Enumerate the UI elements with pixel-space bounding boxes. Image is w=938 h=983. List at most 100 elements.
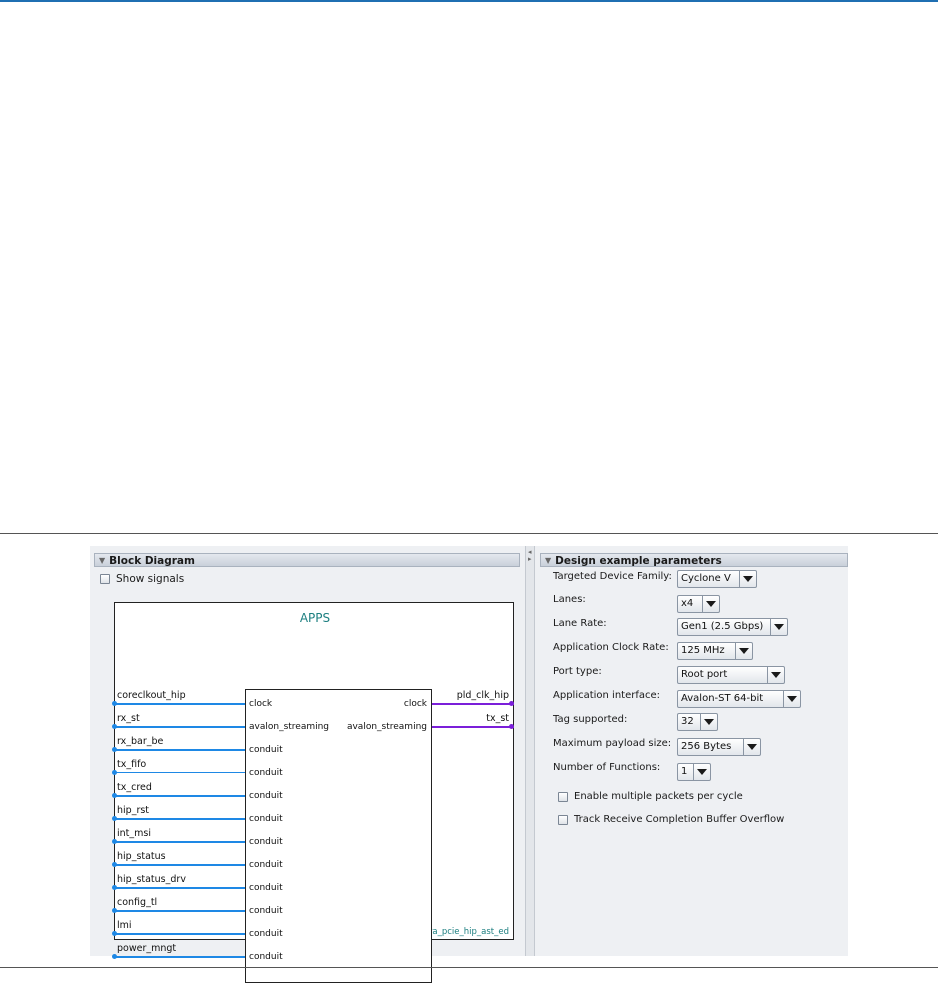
port-label: conduit: [249, 837, 283, 847]
dropdown-arrow-icon[interactable]: [735, 643, 752, 659]
signal-label: pld_clk_hip: [456, 690, 509, 701]
show-signals-checkbox[interactable]: [100, 574, 110, 584]
signal-label: tx_st: [486, 713, 509, 724]
signal-label: lmi: [117, 920, 132, 931]
port-label: conduit: [249, 929, 283, 939]
clock-rate-combo[interactable]: 125 MHz: [677, 642, 753, 660]
signal-wire: [115, 933, 245, 935]
dropdown-arrow-icon[interactable]: [702, 596, 719, 612]
connection-point[interactable]: [112, 724, 117, 729]
lanes-value: x4: [681, 598, 694, 609]
dropdown-arrow-icon[interactable]: [770, 619, 787, 635]
connection-point[interactable]: [112, 885, 117, 890]
connection-point[interactable]: [112, 908, 117, 913]
signal-wire: [115, 772, 245, 773]
signal-label: coreclkout_hip: [117, 690, 186, 701]
lane-rate-combo[interactable]: Gen1 (2.5 Gbps): [677, 618, 788, 636]
app-interface-label: Application interface:: [553, 690, 661, 701]
collapse-triangle-icon[interactable]: ▼: [99, 554, 105, 568]
signal-label: config_tl: [117, 897, 158, 908]
dropdown-arrow-icon[interactable]: [700, 714, 717, 730]
port-label: avalon_streaming: [346, 722, 427, 732]
connection-point[interactable]: [112, 747, 117, 752]
connection-point[interactable]: [112, 701, 117, 706]
max-payload-combo[interactable]: 256 Bytes: [677, 738, 761, 756]
num-functions-label: Number of Functions:: [553, 762, 661, 773]
splitter-grip-icon: ◂ ▸: [528, 548, 532, 563]
dropdown-arrow-icon[interactable]: [743, 739, 760, 755]
tag-supported-label: Tag supported:: [553, 714, 628, 725]
signal-label: tx_cred: [117, 782, 152, 793]
component-title: APPS: [299, 611, 331, 625]
connection-point[interactable]: [112, 793, 117, 798]
port-type-label: Port type:: [553, 666, 602, 677]
multiple-packets-label: Enable multiple packets per cycle: [574, 791, 743, 802]
dropdown-arrow-icon[interactable]: [767, 667, 784, 683]
lanes-combo[interactable]: x4: [677, 595, 720, 613]
max-payload-label: Maximum payload size:: [553, 738, 672, 749]
track-overflow-checkbox[interactable]: [558, 815, 568, 825]
signal-wire: [432, 726, 514, 728]
signal-wire: [115, 956, 245, 958]
app-interface-combo[interactable]: Avalon-ST 64-bit: [677, 690, 801, 708]
port-label: conduit: [249, 883, 283, 893]
dropdown-arrow-icon[interactable]: [783, 691, 800, 707]
signal-label: int_msi: [117, 828, 151, 839]
connection-point[interactable]: [112, 770, 117, 775]
lane-rate-label: Lane Rate:: [553, 618, 607, 629]
block-diagram-panel: ▼ Block Diagram Show signals APPS altera_…: [90, 546, 525, 983]
connection-point[interactable]: [509, 724, 514, 729]
num-functions-combo[interactable]: 1: [677, 763, 711, 781]
clock-rate-label: Application Clock Rate:: [553, 642, 669, 653]
connection-point[interactable]: [112, 839, 117, 844]
signal-wire: [115, 887, 245, 889]
dropdown-arrow-icon[interactable]: [693, 764, 710, 780]
port-label: conduit: [249, 791, 283, 801]
device-family-label: Targeted Device Family:: [553, 571, 672, 582]
signal-label: power_mngt: [117, 943, 177, 954]
signal-label: hip_rst: [117, 805, 150, 816]
port-label: conduit: [249, 768, 283, 778]
connection-point[interactable]: [112, 931, 117, 936]
app-interface-value: Avalon-ST 64-bit: [681, 693, 764, 704]
signal-wire: [115, 864, 245, 866]
signal-wire: [115, 795, 245, 797]
num-functions-value: 1: [681, 766, 688, 777]
port-type-combo[interactable]: Root port: [677, 666, 785, 684]
tag-supported-value: 32: [681, 716, 694, 727]
apps-component-box[interactable]: APPS altera_pcie_hip_ast_ed coreclkout_h…: [112, 602, 514, 983]
panel-splitter[interactable]: ◂ ▸: [525, 546, 535, 956]
lane-rate-value: Gen1 (2.5 Gbps): [681, 621, 764, 632]
design-params-panel: Targeted Device Family: Cyclone V Lanes:…: [535, 546, 848, 956]
track-overflow-label: Track Receive Completion Buffer Overflow: [574, 814, 785, 825]
tag-supported-combo[interactable]: 32: [677, 713, 718, 731]
signal-label: hip_status_drv: [117, 874, 186, 885]
clock-rate-value: 125 MHz: [681, 645, 725, 656]
signal-label: tx_fifo: [117, 759, 147, 770]
signal-label: rx_bar_be: [117, 736, 164, 747]
dropdown-arrow-icon[interactable]: [739, 571, 756, 587]
connection-point[interactable]: [112, 862, 117, 867]
multiple-packets-checkbox[interactable]: [558, 792, 568, 802]
section-divider-top: [0, 533, 938, 534]
port-label: clock: [403, 699, 427, 709]
signal-wire: [115, 818, 245, 820]
connection-point[interactable]: [112, 816, 117, 821]
block-diagram-header[interactable]: ▼ Block Diagram: [94, 553, 520, 567]
signal-wire: [115, 703, 245, 705]
signal-wire: [115, 841, 245, 843]
block-diagram-title: Block Diagram: [109, 555, 195, 567]
top-rule: [0, 0, 938, 2]
section-divider-bottom: [0, 967, 938, 968]
connection-point[interactable]: [509, 701, 514, 706]
parameter-editor-window: ▼ Block Diagram Show signals APPS altera_…: [90, 546, 848, 983]
port-label: clock: [249, 699, 273, 709]
signal-label: rx_st: [117, 713, 140, 724]
port-label: conduit: [249, 745, 283, 755]
show-signals-label: Show signals: [116, 573, 185, 585]
device-family-combo[interactable]: Cyclone V: [677, 570, 757, 588]
port-label: conduit: [249, 952, 283, 962]
connection-point[interactable]: [112, 954, 117, 959]
port-label: avalon_streaming: [249, 722, 330, 732]
signal-wire: [432, 703, 514, 705]
